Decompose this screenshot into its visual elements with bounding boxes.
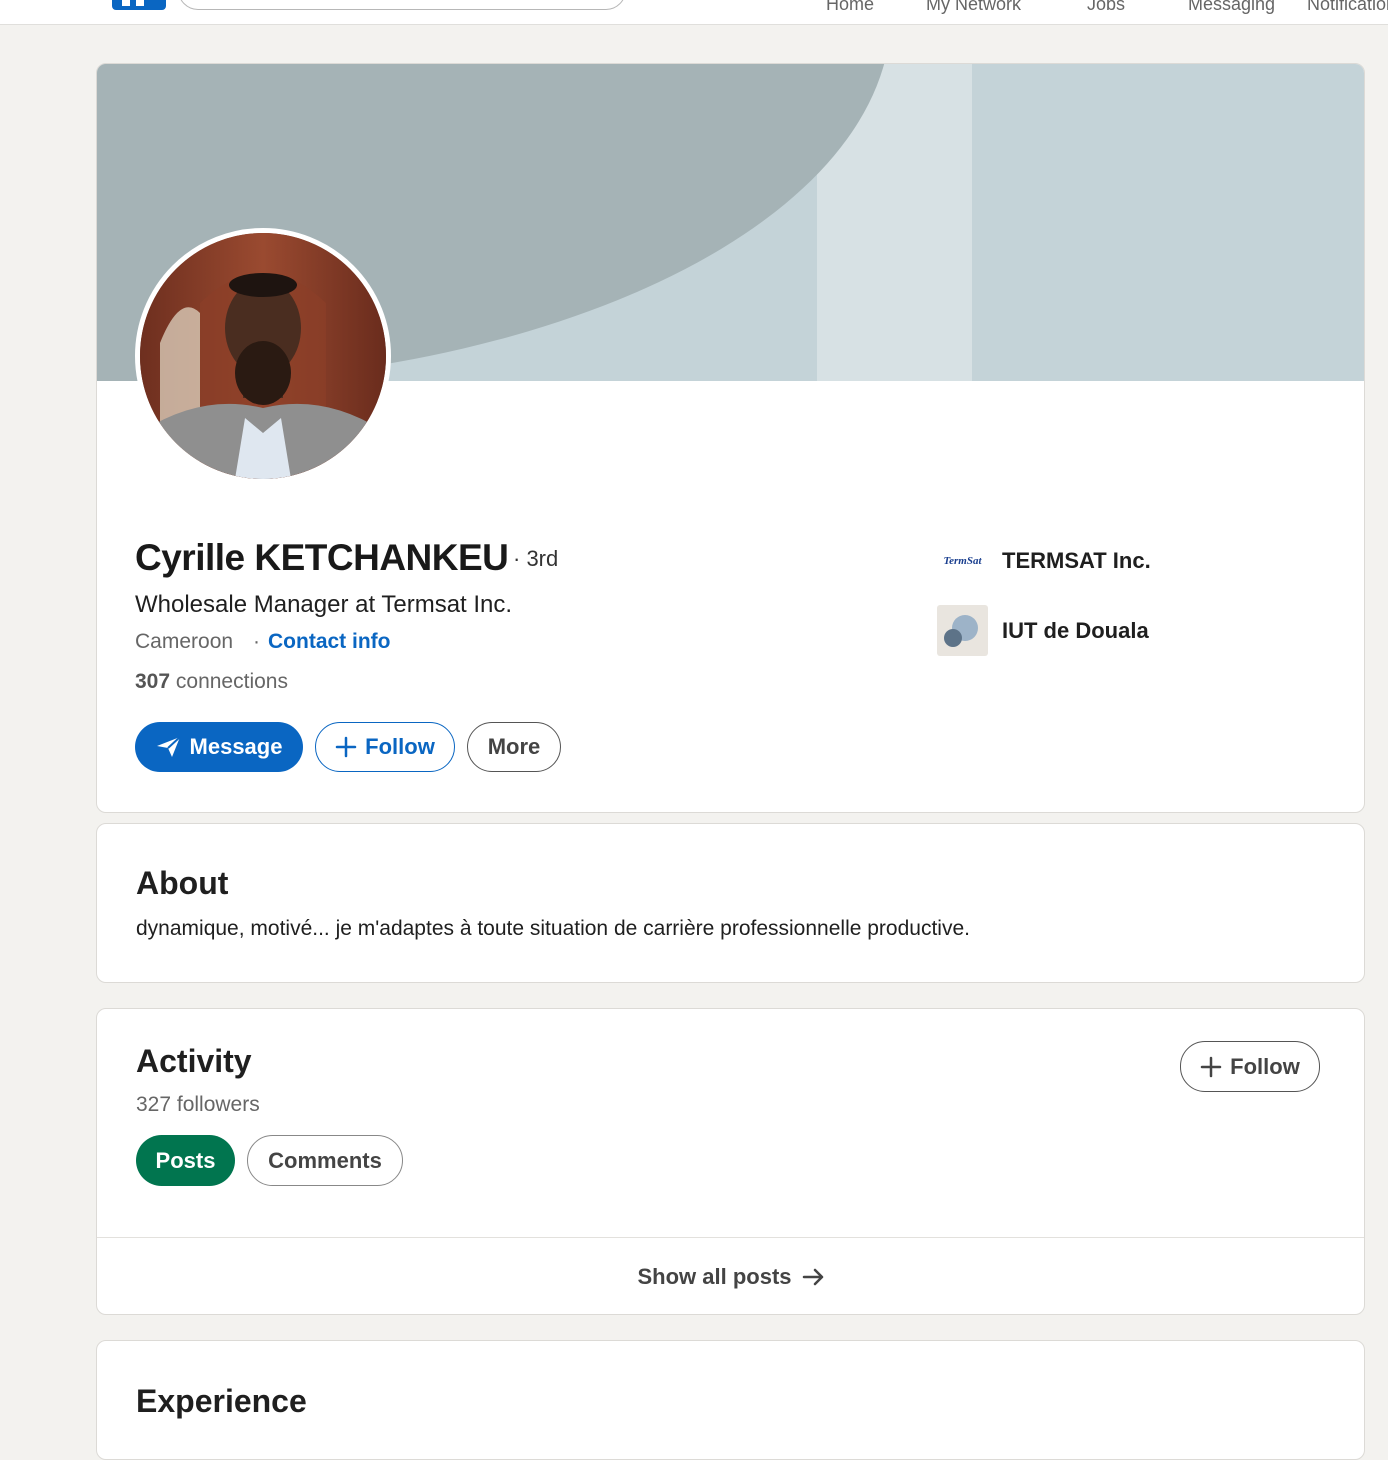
follow-button-label: Follow — [365, 734, 435, 759]
arrow-right-icon — [802, 1268, 823, 1285]
profile-top-card: Cyrille KETCHANKEU · 3rd Wholesale Manag… — [96, 63, 1365, 813]
show-all-posts-label: Show all posts — [637, 1263, 792, 1289]
org-name: IUT de Douala — [1002, 617, 1149, 643]
follow-button[interactable]: Follow — [315, 722, 455, 772]
search-input[interactable] — [178, 0, 626, 10]
connections-count: 307 connections — [135, 670, 288, 694]
contact-info-link[interactable]: Contact info — [268, 630, 390, 654]
profile-headline: Wholesale Manager at Termsat Inc. — [135, 591, 513, 618]
location-separator: · — [253, 630, 260, 653]
profile-photo — [140, 233, 386, 479]
experience-title: Experience — [136, 1383, 307, 1419]
about-title: About — [136, 865, 229, 901]
tab-posts[interactable]: Posts — [136, 1135, 235, 1186]
plus-icon — [335, 736, 357, 758]
linkedin-logo[interactable] — [112, 0, 166, 10]
nav-item-home[interactable]: Home — [826, 0, 874, 15]
plus-icon — [1200, 1056, 1222, 1077]
org-iut-douala[interactable]: IUT de Douala — [937, 605, 1149, 656]
activity-follow-button[interactable]: Follow — [1180, 1041, 1320, 1092]
send-icon — [156, 736, 181, 757]
activity-card: Activity 327 followers Follow Posts Comm… — [96, 1008, 1365, 1315]
message-button[interactable]: Message — [135, 722, 303, 772]
org-name: TERMSAT Inc. — [1002, 547, 1151, 573]
nav-item-notifications[interactable]: Notifications — [1307, 0, 1388, 15]
more-button-label: More — [487, 734, 541, 759]
profile-avatar[interactable] — [135, 228, 391, 484]
connection-degree: · 3rd — [513, 546, 559, 571]
org-termsat[interactable]: TermSat TERMSAT Inc. — [937, 535, 1151, 586]
profile-location: Cameroon — [135, 630, 234, 653]
top-navigation-bar: Home My Network Jobs Messaging Notificat… — [0, 0, 1388, 25]
termsat-logo-text: TermSat — [943, 554, 982, 567]
about-card: About dynamique, motivé... je m'adaptes … — [96, 823, 1365, 983]
message-button-label: Message — [189, 734, 283, 759]
about-text: dynamique, motivé... je m'adaptes à tout… — [136, 917, 970, 940]
more-button[interactable]: More — [467, 722, 561, 772]
activity-follow-label: Follow — [1230, 1053, 1300, 1079]
followers-count: 327 followers — [136, 1093, 260, 1116]
termsat-logo: TermSat — [937, 535, 988, 586]
nav-item-my-network[interactable]: My Network — [926, 0, 1021, 15]
school-icon — [937, 605, 988, 656]
nav-item-jobs[interactable]: Jobs — [1087, 0, 1125, 15]
nav-item-messaging[interactable]: Messaging — [1188, 0, 1275, 15]
profile-name: Cyrille KETCHANKEU — [135, 537, 509, 578]
show-all-posts-button[interactable]: Show all posts — [97, 1238, 1364, 1314]
activity-title: Activity — [136, 1043, 252, 1079]
tab-comments[interactable]: Comments — [247, 1135, 403, 1186]
experience-card: Experience — [96, 1340, 1365, 1460]
connections-number: 307 — [135, 670, 171, 693]
connections-label: connections — [175, 670, 288, 693]
